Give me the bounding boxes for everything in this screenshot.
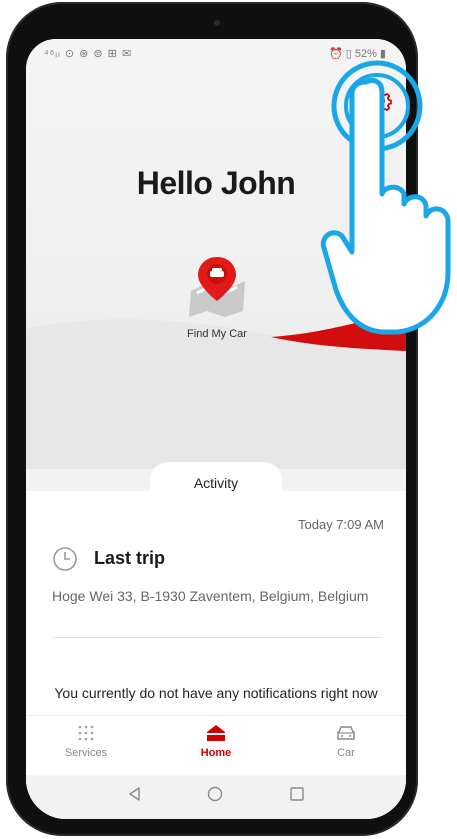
find-my-car-label: Find My Car xyxy=(187,328,247,340)
system-nav-bar xyxy=(26,775,406,819)
empty-notifications-message: You currently do not have any notificati… xyxy=(54,685,378,701)
map-pin-car-icon xyxy=(189,257,245,317)
grid-dots-icon xyxy=(78,725,94,741)
tab-home[interactable]: Home xyxy=(176,724,256,759)
divider xyxy=(52,637,382,638)
pointing-hand-icon xyxy=(320,77,451,335)
status-icons-right: ⏰ ▯ 52% ▮ xyxy=(329,48,386,60)
car-icon xyxy=(337,726,355,740)
tab-home-label: Home xyxy=(200,747,232,759)
last-trip-title[interactable]: Last trip xyxy=(94,548,165,569)
activity-timestamp: Today 7:09 AM xyxy=(298,517,384,532)
home-icon xyxy=(207,725,225,741)
tab-services[interactable]: Services xyxy=(46,724,126,759)
find-my-car-button[interactable]: Find My Car xyxy=(172,253,262,340)
status-icons-left: ⁴⁶ᵢₗ ⊙ ⊛ ⊜ ⊞ ✉ xyxy=(44,48,133,60)
tab-car-label: Car xyxy=(337,747,355,759)
back-icon[interactable] xyxy=(126,785,144,803)
recents-icon[interactable] xyxy=(288,785,306,803)
home-nav-icon[interactable] xyxy=(206,785,224,803)
tab-services-label: Services xyxy=(64,747,108,759)
tab-car[interactable]: Car xyxy=(306,724,386,759)
bottom-tab-bar: Services Home Car xyxy=(26,715,406,776)
front-camera xyxy=(214,20,220,26)
clock-icon xyxy=(53,547,77,571)
last-trip-address: Hoge Wei 33, B-1930 Zaventem, Belgium, B… xyxy=(52,588,369,604)
activity-tab[interactable]: Activity xyxy=(150,462,282,496)
